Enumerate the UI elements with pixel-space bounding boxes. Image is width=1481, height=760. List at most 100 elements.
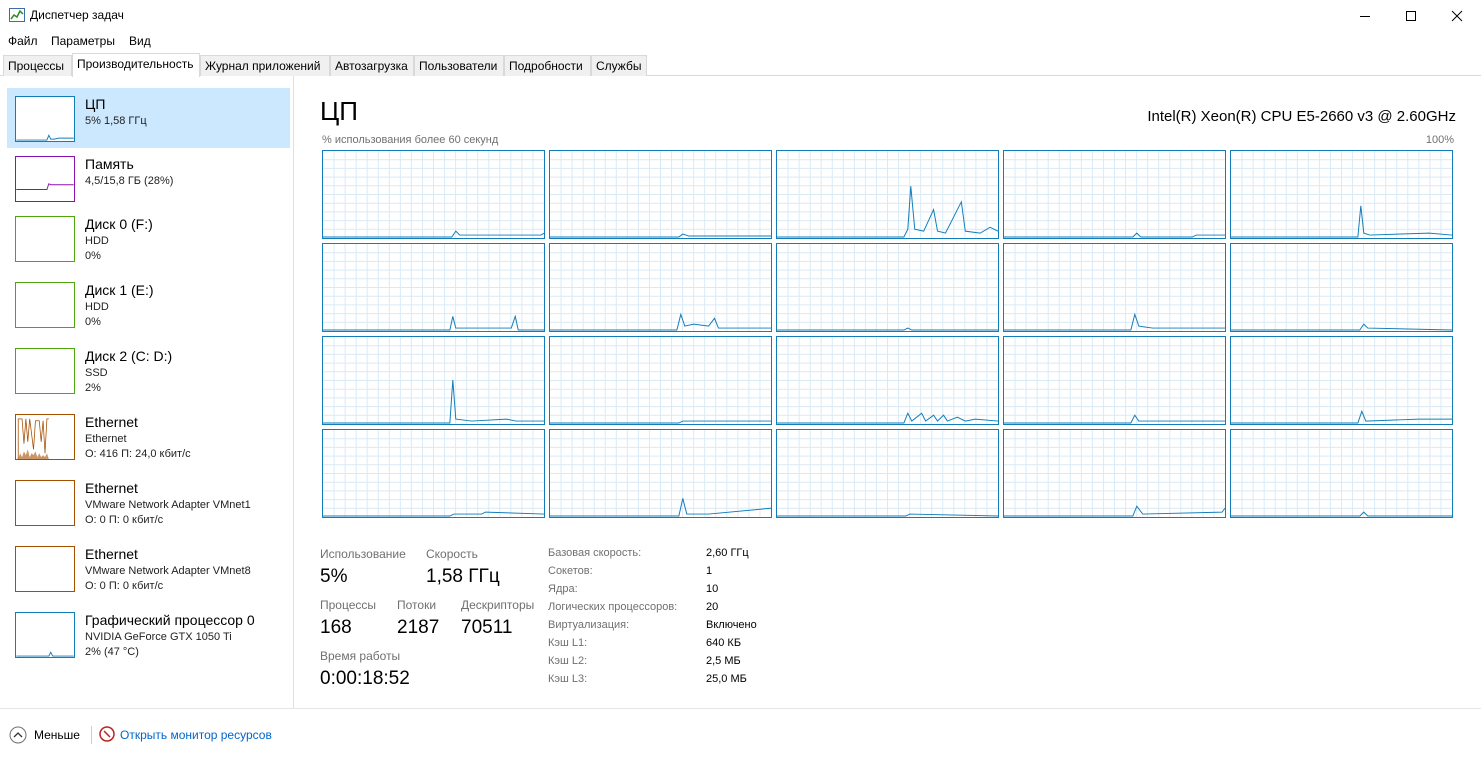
gpu-0-thumbnail bbox=[15, 612, 75, 658]
logical-processors-key: Логических процессоров: bbox=[548, 601, 678, 613]
logical-processor-graph bbox=[1003, 243, 1226, 332]
sidebar-item-title: Диск 2 (C: D:) bbox=[85, 348, 173, 364]
processes-value: 168 bbox=[320, 617, 352, 638]
resource-monitor-icon bbox=[99, 726, 115, 742]
close-icon bbox=[1451, 10, 1463, 21]
virtualization-value: Включено bbox=[706, 619, 757, 631]
sidebar-item-ethernet-vmnet8[interactable]: Ethernet VMware Network Adapter VMnet8 О… bbox=[7, 538, 290, 598]
ethernet-vmnet1-thumbnail bbox=[15, 480, 75, 526]
menu-options[interactable]: Параметры bbox=[51, 34, 115, 48]
logical-processor-graph bbox=[776, 429, 999, 518]
page-title: ЦП bbox=[320, 96, 358, 126]
base-speed-value: 2,60 ГГц bbox=[706, 547, 749, 559]
sidebar-item-line2: 0% bbox=[85, 316, 101, 328]
usage-label: Использование bbox=[320, 547, 406, 561]
sidebar-item-memory[interactable]: Память 4,5/15,8 ГБ (28%) bbox=[7, 148, 290, 208]
virtualization-key: Виртуализация: bbox=[548, 619, 630, 631]
tab-processes[interactable]: Процессы bbox=[3, 55, 72, 76]
cpu-model-name: Intel(R) Xeon(R) CPU E5-2660 v3 @ 2.60GH… bbox=[1147, 108, 1456, 125]
sidebar-item-line2: О: 416 П: 24,0 кбит/с bbox=[85, 448, 191, 460]
minimize-button[interactable] bbox=[1342, 0, 1388, 31]
sidebar-item-disk-1[interactable]: Диск 1 (E:) HDD 0% bbox=[7, 274, 290, 334]
l1-cache-value: 640 КБ bbox=[706, 637, 742, 649]
tab-services[interactable]: Службы bbox=[591, 55, 647, 76]
fewer-details-button[interactable]: Меньше bbox=[34, 728, 80, 742]
sidebar-item-title: Графический процессор 0 bbox=[85, 612, 255, 628]
disk-0-thumbnail bbox=[15, 216, 75, 262]
sidebar-item-ethernet-0[interactable]: Ethernet Ethernet О: 416 П: 24,0 кбит/с bbox=[7, 406, 290, 466]
title-bar: Диспетчер задач bbox=[0, 0, 1481, 31]
sidebar-item-line2: О: 0 П: 0 кбит/с bbox=[85, 514, 164, 526]
sidebar-item-gpu-0[interactable]: Графический процессор 0 NVIDIA GeForce G… bbox=[7, 604, 290, 664]
sidebar-item-cpu[interactable]: ЦП 5% 1,58 ГГц bbox=[7, 88, 290, 148]
tab-details[interactable]: Подробности bbox=[504, 55, 591, 76]
cpu-thumbnail bbox=[15, 96, 75, 142]
menu-view[interactable]: Вид bbox=[129, 34, 151, 48]
sidebar-item-title: Диск 1 (E:) bbox=[85, 282, 154, 298]
sidebar-item-disk-2[interactable]: Диск 2 (C: D:) SSD 2% bbox=[7, 340, 290, 400]
l2-cache-value: 2,5 МБ bbox=[706, 655, 741, 667]
sidebar-item-title: Ethernet bbox=[85, 546, 138, 562]
sockets-value: 1 bbox=[706, 565, 713, 577]
menu-file[interactable]: Файл bbox=[8, 34, 38, 48]
tab-startup[interactable]: Автозагрузка bbox=[330, 55, 414, 76]
logical-processor-graph bbox=[322, 336, 545, 425]
sidebar-item-title: ЦП bbox=[85, 96, 106, 112]
graph-caption: % использования более 60 секунд bbox=[322, 134, 499, 146]
disk-1-thumbnail bbox=[15, 282, 75, 328]
logical-processor-graph bbox=[776, 336, 999, 425]
footer-divider bbox=[91, 726, 92, 744]
sidebar-item-line2: 0% bbox=[85, 250, 101, 262]
open-resource-monitor-link[interactable]: Открыть монитор ресурсов bbox=[120, 728, 272, 742]
close-button[interactable] bbox=[1434, 0, 1480, 31]
logical-processor-graph bbox=[776, 150, 999, 239]
sidebar-item-line1: HDD bbox=[85, 235, 109, 247]
tab-bar: Процессы Производительность Журнал прило… bbox=[0, 53, 1481, 77]
logical-processor-graph bbox=[1003, 336, 1226, 425]
tab-users[interactable]: Пользователи bbox=[414, 55, 504, 76]
graph-max-label: 100% bbox=[1425, 134, 1454, 146]
threads-label: Потоки bbox=[397, 598, 437, 612]
chevron-up-icon[interactable] bbox=[9, 726, 27, 744]
sidebar-item-title: Диск 0 (F:) bbox=[85, 216, 153, 232]
footer-bar: Меньше Открыть монитор ресурсов bbox=[0, 708, 1481, 760]
ethernet-vmnet8-thumbnail bbox=[15, 546, 75, 592]
logical-processor-graph bbox=[1230, 243, 1453, 332]
uptime-label: Время работы bbox=[320, 649, 401, 663]
sidebar-item-ethernet-vmnet1[interactable]: Ethernet VMware Network Adapter VMnet1 О… bbox=[7, 472, 290, 532]
logical-processor-graph bbox=[1230, 336, 1453, 425]
menu-bar: Файл Параметры Вид bbox=[0, 31, 1481, 53]
handles-value: 70511 bbox=[461, 617, 513, 638]
speed-label: Скорость bbox=[426, 547, 478, 561]
usage-value: 5% bbox=[320, 566, 348, 587]
threads-value: 2187 bbox=[397, 617, 440, 638]
logical-processor-graph bbox=[549, 336, 772, 425]
sidebar-item-line1: SSD bbox=[85, 367, 108, 379]
sidebar-item-disk-0[interactable]: Диск 0 (F:) HDD 0% bbox=[7, 208, 290, 268]
sidebar-item-line1: NVIDIA GeForce GTX 1050 Ti bbox=[85, 631, 232, 643]
logical-processor-graph bbox=[549, 429, 772, 518]
task-manager-icon bbox=[9, 8, 25, 22]
sidebar-item-line1: Ethernet bbox=[85, 433, 127, 445]
maximize-icon bbox=[1406, 10, 1416, 21]
speed-value: 1,58 ГГц bbox=[426, 566, 500, 587]
logical-processor-graph bbox=[322, 429, 545, 518]
sidebar-item-title: Память bbox=[85, 156, 134, 172]
logical-processor-graph bbox=[549, 243, 772, 332]
l2-cache-key: Кэш L2: bbox=[548, 655, 588, 667]
minimize-icon bbox=[1360, 15, 1370, 17]
tab-performance[interactable]: Производительность bbox=[72, 53, 200, 77]
logical-processor-graph bbox=[1003, 429, 1226, 518]
logical-processor-graph bbox=[549, 150, 772, 239]
base-speed-key: Базовая скорость: bbox=[548, 547, 642, 559]
tab-app-history[interactable]: Журнал приложений bbox=[200, 55, 330, 76]
logical-processor-graph bbox=[322, 150, 545, 239]
sidebar-item-title: Ethernet bbox=[85, 480, 138, 496]
sidebar-item-line2: О: 0 П: 0 кбит/с bbox=[85, 580, 164, 592]
maximize-button[interactable] bbox=[1388, 0, 1434, 31]
sidebar-item-line1: 5% 1,58 ГГц bbox=[85, 115, 147, 127]
sidebar-item-line1: HDD bbox=[85, 301, 109, 313]
logical-processor-graph bbox=[1230, 429, 1453, 518]
window-title: Диспетчер задач bbox=[30, 8, 124, 22]
sidebar-item-line2: 2% (47 °C) bbox=[85, 646, 139, 658]
